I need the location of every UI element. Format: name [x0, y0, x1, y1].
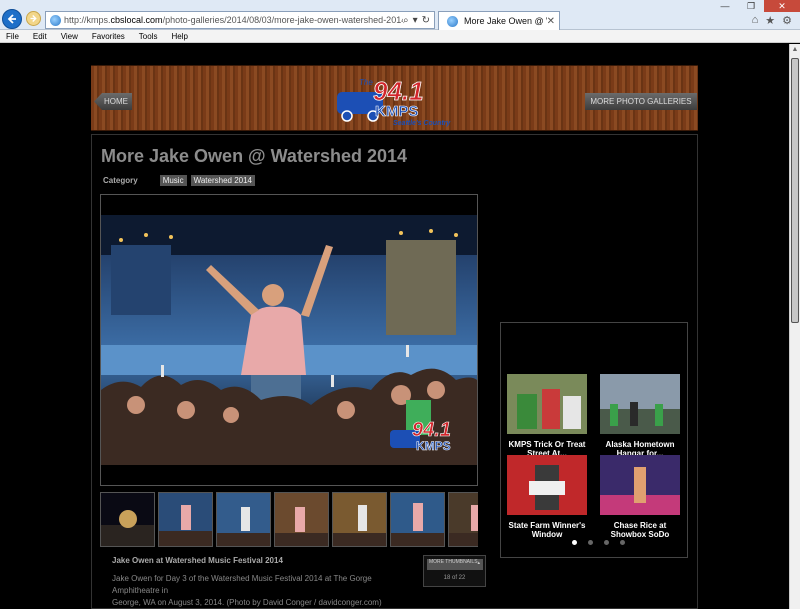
settings-gear-icon[interactable]: ⚙: [782, 14, 792, 27]
carousel-dots: [572, 540, 625, 545]
watermark-name: KMPS: [416, 439, 451, 453]
more-thumbnails-button[interactable]: MORE THUMBNAILS ▴: [427, 559, 483, 570]
related-gallery-card[interactable]: Alaska Hometown Hangar for...: [600, 374, 680, 458]
dropdown-icon[interactable]: ▾: [413, 15, 418, 26]
favorites-star-icon[interactable]: ★: [765, 14, 775, 27]
thumbnail-image: [101, 493, 154, 546]
chevron-up-icon: ▴: [477, 560, 480, 566]
thumbnail-image: [217, 493, 270, 546]
back-arrow-icon: [7, 14, 16, 24]
browser-chrome: http://kmps.cbslocal.com/photo-galleries…: [0, 0, 800, 30]
logo-the: The: [359, 78, 373, 87]
related-gallery-title[interactable]: Chase Rice at Showbox SoDo: [600, 521, 680, 539]
kmps-logo[interactable]: The 94.1 KMPS Seattle's Country: [335, 72, 453, 128]
gallery-thumb: [600, 374, 680, 434]
carousel-dot[interactable]: [604, 540, 609, 545]
kmps-watermark-logo: 94.1 KMPS: [390, 419, 451, 453]
tab-favicon: [447, 15, 458, 27]
thumbnail[interactable]: [448, 492, 478, 547]
home-icon[interactable]: ⌂: [752, 14, 759, 27]
url-text[interactable]: http://kmps.cbslocal.com/photo-galleries…: [64, 15, 403, 25]
gallery-thumb: [507, 374, 587, 434]
related-gallery-card[interactable]: Chase Rice at Showbox SoDo: [600, 455, 680, 539]
home-button[interactable]: HOME: [94, 93, 132, 110]
thumbnail-image: [391, 493, 444, 546]
thumbnail-image: [449, 493, 478, 546]
page-scrollbar[interactable]: ▲: [789, 44, 800, 609]
page-icon: [50, 14, 61, 26]
thumbnail-image: [159, 493, 212, 546]
window-close-button[interactable]: ✕: [764, 0, 800, 12]
photo-counter: 18 of 22: [443, 575, 466, 581]
thumbnail-image: [275, 493, 328, 546]
logo-tagline: Seattle's Country: [393, 120, 451, 127]
forward-arrow-icon: [30, 15, 37, 22]
related-gallery-image[interactable]: [600, 374, 680, 434]
thumbnail[interactable]: [158, 492, 213, 547]
back-button[interactable]: [2, 9, 22, 29]
carousel-dot[interactable]: [620, 540, 625, 545]
tab-close-icon[interactable]: ✕: [547, 16, 555, 27]
category-row: Category Music Watershed 2014: [103, 175, 255, 186]
page-title: More Jake Owen @ Watershed 2014: [101, 146, 408, 166]
more-thumbnails-box: MORE THUMBNAILS ▴ 18 of 22: [423, 555, 486, 587]
thumbnail[interactable]: [216, 492, 271, 547]
thumbnail[interactable]: [100, 492, 155, 547]
thumbnail[interactable]: [390, 492, 445, 547]
thumbnail[interactable]: [274, 492, 329, 547]
scroll-up-icon[interactable]: ▲: [790, 44, 800, 55]
photo-caption-title: Jake Owen at Watershed Music Festival 20…: [112, 556, 283, 565]
tag-watershed-2014[interactable]: Watershed 2014: [190, 175, 255, 186]
carousel-dot[interactable]: [572, 540, 577, 545]
gallery-thumb: [600, 455, 680, 515]
related-gallery-title[interactable]: State Farm Winner's Window: [507, 521, 587, 539]
caption-line-1: Jake Owen for Day 3 of the Watershed Mus…: [112, 574, 372, 595]
tag-music[interactable]: Music: [159, 175, 187, 186]
scroll-thumb[interactable]: [791, 58, 799, 323]
logo-number: 94.1: [373, 76, 424, 106]
menu-bar: File Edit View Favorites Tools Help: [0, 30, 800, 43]
menu-edit[interactable]: Edit: [33, 32, 47, 41]
logo-name: KMPS: [375, 103, 418, 120]
search-icon[interactable]: ⌕: [403, 15, 409, 26]
carousel-dot[interactable]: [588, 540, 593, 545]
browser-tab[interactable]: More Jake Owen @ Waters... ✕: [438, 11, 560, 30]
menu-favorites[interactable]: Favorites: [92, 32, 125, 41]
minimize-button[interactable]: —: [712, 0, 738, 12]
category-label: Category: [103, 176, 138, 185]
watermark-number: 94.1: [412, 419, 451, 441]
menu-help[interactable]: Help: [171, 32, 187, 41]
thumbnail[interactable]: [332, 492, 387, 547]
photo-caption-text: Jake Owen for Day 3 of the Watershed Mus…: [112, 573, 417, 609]
maximize-button[interactable]: ❐: [738, 0, 764, 12]
related-gallery-card[interactable]: State Farm Winner's Window: [507, 455, 587, 539]
menu-view[interactable]: View: [61, 32, 78, 41]
related-gallery-image[interactable]: [507, 374, 587, 434]
caption-line-2: George, WA on August 3, 2014. (Photo by …: [112, 598, 382, 607]
thumbnail-image: [333, 493, 386, 546]
related-gallery-image[interactable]: [507, 455, 587, 515]
tab-title: More Jake Owen @ Waters...: [464, 16, 547, 26]
address-bar[interactable]: http://kmps.cbslocal.com/photo-galleries…: [45, 11, 435, 29]
gallery-thumb: [507, 455, 587, 515]
related-gallery-image[interactable]: [600, 455, 680, 515]
forward-button[interactable]: [26, 11, 41, 26]
more-photo-galleries-button[interactable]: MORE PHOTO GALLERIES: [585, 93, 697, 110]
refresh-icon[interactable]: ↻: [422, 15, 430, 26]
related-gallery-card[interactable]: KMPS Trick Or Treat Street At...: [507, 374, 587, 458]
thumbnail-strip: [100, 492, 478, 547]
menu-file[interactable]: File: [6, 32, 19, 41]
menu-tools[interactable]: Tools: [139, 32, 158, 41]
